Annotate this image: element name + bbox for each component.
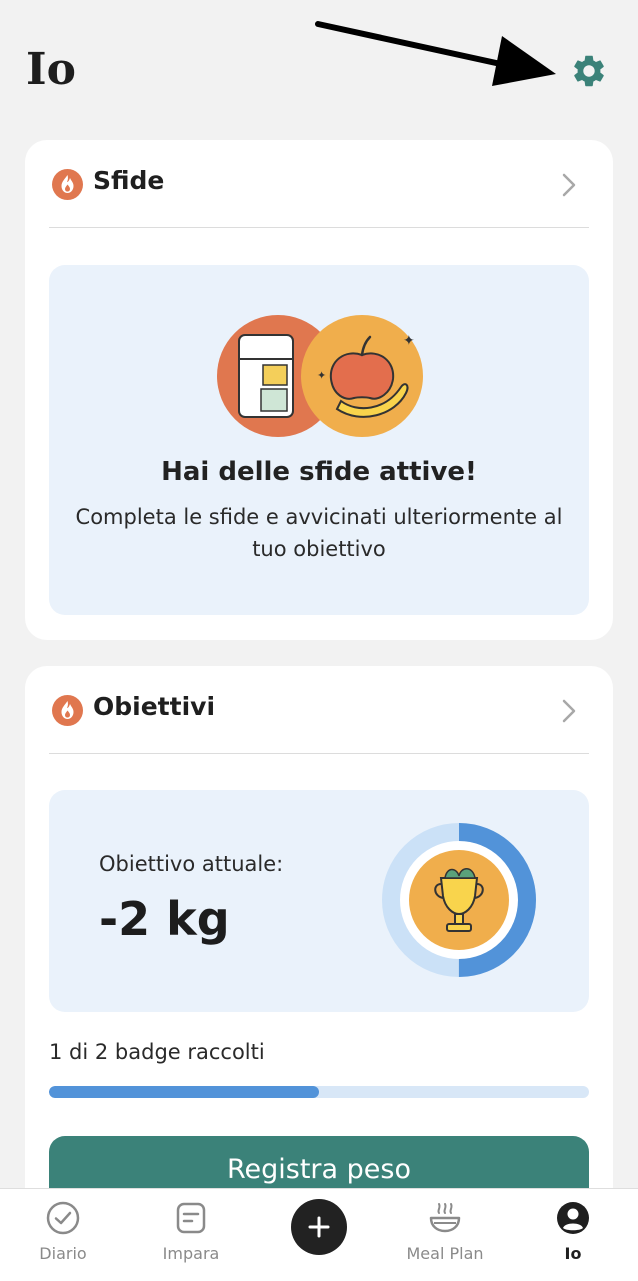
bottom-tab-bar: Diario Impara Meal Plan Io	[0, 1188, 638, 1281]
badges-progress-text: 1 di 2 badge raccolti	[49, 1040, 265, 1064]
flame-icon	[52, 169, 83, 200]
tab-label: Diario	[39, 1244, 87, 1263]
goals-header[interactable]: Obiettivi	[25, 666, 613, 754]
challenges-title: Sfide	[93, 166, 165, 195]
plus-icon	[308, 1216, 330, 1238]
badges-progress-fill	[49, 1086, 319, 1098]
tab-io[interactable]: Io	[513, 1189, 633, 1281]
document-icon	[176, 1202, 206, 1234]
goal-progress-ring	[382, 823, 536, 977]
gear-icon[interactable]	[570, 52, 608, 90]
add-button[interactable]	[291, 1199, 347, 1255]
goal-panel: Obiettivo attuale: -2 kg	[49, 790, 589, 1012]
tab-label: Io	[564, 1244, 582, 1263]
profile-icon	[557, 1202, 589, 1234]
goal-value: -2 kg	[99, 892, 230, 946]
tab-label: Impara	[162, 1244, 220, 1263]
header: Io	[0, 0, 638, 130]
fridge-and-fruit-illustration: ✦ ✦	[217, 315, 423, 437]
tab-label: Meal Plan	[406, 1244, 484, 1263]
chevron-right-icon[interactable]	[561, 698, 577, 724]
arrow-annotation	[315, 21, 556, 86]
tab-diario[interactable]: Diario	[3, 1189, 123, 1281]
bowl-icon	[429, 1203, 461, 1233]
challenges-panel-title: Hai delle sfide attive!	[161, 457, 477, 487]
svg-text:✦: ✦	[317, 369, 326, 382]
tab-meal-plan[interactable]: Meal Plan	[385, 1189, 505, 1281]
chevron-right-icon[interactable]	[561, 172, 577, 198]
challenges-panel-text: Completa le sfide e avvicinati ulteriorm…	[75, 505, 563, 561]
challenges-card: Sfide ✦ ✦ Hai delle sfide attive! Comple…	[25, 140, 613, 640]
tab-impara[interactable]: Impara	[131, 1189, 251, 1281]
goals-title: Obiettivi	[93, 692, 216, 721]
challenges-header[interactable]: Sfide	[25, 140, 613, 228]
page-title: Io	[26, 44, 76, 95]
divider	[49, 753, 589, 754]
badges-progress-bar	[49, 1086, 589, 1098]
challenges-panel: ✦ ✦ Hai delle sfide attive! Completa le …	[49, 265, 589, 615]
divider	[49, 227, 589, 228]
flame-icon	[52, 695, 83, 726]
check-circle-icon	[46, 1201, 80, 1235]
goals-card: Obiettivi Obiettivo attuale: -2 kg 1 di …	[25, 666, 613, 1226]
svg-text:✦: ✦	[403, 333, 415, 349]
goal-label: Obiettivo attuale:	[99, 852, 284, 876]
